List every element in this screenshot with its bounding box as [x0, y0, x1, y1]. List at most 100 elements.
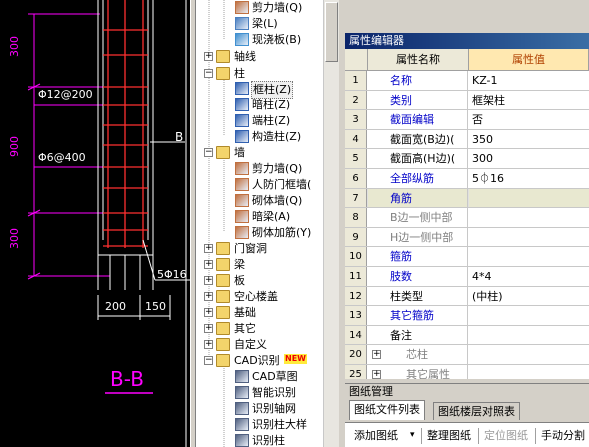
tree-item[interactable]: − 墙 — [196, 145, 326, 161]
collapse-icon[interactable]: − — [204, 69, 213, 78]
property-value[interactable]: KZ-1 — [469, 71, 589, 90]
property-row[interactable]: 11 肢数 4*4 — [345, 267, 589, 287]
tree-item[interactable]: 暗梁(A) — [196, 209, 326, 225]
collapse-icon[interactable]: − — [204, 148, 213, 157]
tree-item[interactable]: 砌体加筋(Y) — [196, 225, 326, 241]
tree-item[interactable]: 人防门框墙( — [196, 177, 326, 193]
property-value[interactable]: (中柱) — [469, 287, 589, 306]
tree-item[interactable]: 剪力墙(Q) — [196, 0, 326, 16]
property-value[interactable]: 5⏀16 — [469, 169, 589, 188]
property-value[interactable]: 350 — [469, 130, 589, 149]
folder-icon — [216, 354, 230, 367]
expand-icon[interactable]: + — [204, 52, 213, 61]
tree-item[interactable]: 暗柱(Z) — [196, 97, 326, 113]
tree-item[interactable]: 现浇板(B) — [196, 32, 326, 48]
manual-split-button[interactable]: 手动分割 — [538, 426, 588, 446]
property-value[interactable] — [469, 306, 589, 325]
property-value[interactable] — [469, 228, 589, 247]
add-drawing-button[interactable]: 添加图纸 — [351, 426, 401, 446]
expand-icon[interactable]: + — [204, 244, 213, 253]
property-value[interactable] — [469, 326, 589, 345]
property-row[interactable]: 10 箍筋 — [345, 247, 589, 267]
row-number: 13 — [345, 306, 367, 325]
property-value[interactable]: 框架柱 — [469, 91, 589, 110]
tree-item[interactable]: + 基础 — [196, 305, 326, 321]
tree-item[interactable]: 砌体墙(Q) — [196, 193, 326, 209]
row-number: 2 — [345, 90, 367, 110]
property-grid[interactable]: 属性名称 属性值 1 名称 KZ-1 2 类别 框架柱 3 截面编辑否 4 截面宽(B边)(350… — [345, 49, 589, 379]
tree-item[interactable]: 智能识别 — [196, 385, 326, 401]
property-row[interactable]: 9 H边一侧中部 — [345, 227, 589, 248]
expand-icon[interactable]: + — [372, 350, 381, 360]
property-row[interactable]: 12 柱类型 (中柱) — [345, 286, 589, 307]
property-row[interactable]: 8 B边一侧中部 — [345, 208, 589, 228]
expand-icon[interactable]: + — [372, 370, 381, 379]
property-row[interactable]: 20 芯柱 + — [345, 345, 589, 365]
property-row[interactable]: 7 角筋 — [345, 188, 589, 209]
property-value[interactable]: 否 — [469, 110, 589, 129]
property-row[interactable]: 4 截面宽(B边)(350 — [345, 129, 589, 150]
tree-item[interactable]: 构造柱(Z) — [196, 129, 326, 145]
tree-item-label: 智能识别 — [252, 386, 296, 399]
property-value[interactable] — [469, 208, 589, 227]
tree-item[interactable]: − CAD识别 NEW — [196, 353, 326, 369]
tree-item[interactable]: 识别轴网 — [196, 401, 326, 417]
tree-item[interactable]: + 板 — [196, 273, 326, 289]
add-drawing-dropdown-icon[interactable]: ▾ — [407, 426, 418, 446]
row-number: 25 — [345, 365, 367, 379]
property-row[interactable]: 25 其它属性 + — [345, 365, 589, 379]
col-header-name[interactable]: 属性名称 — [368, 49, 469, 71]
property-value[interactable] — [469, 247, 589, 266]
tree-item[interactable]: 框柱(Z) — [196, 81, 326, 99]
tree-item[interactable]: + 空心楼盖 — [196, 289, 326, 305]
tree-scroll-thumb[interactable] — [325, 2, 338, 62]
tree-item-label: 剪力墙(Q) — [252, 162, 303, 175]
tree-item-label: 板 — [234, 274, 245, 287]
property-value[interactable] — [469, 365, 589, 379]
tree-item[interactable]: 识别柱 — [196, 433, 326, 447]
tree-item[interactable]: + 轴线 — [196, 49, 326, 65]
tree-item[interactable]: − 柱 — [196, 66, 326, 82]
property-row[interactable]: 13 其它箍筋 — [345, 306, 589, 326]
tree-scrollbar[interactable] — [323, 0, 339, 447]
tree-item-label: 墙 — [234, 146, 245, 159]
property-value[interactable] — [469, 345, 589, 364]
expand-icon[interactable]: + — [204, 340, 213, 349]
grid-corner — [345, 49, 368, 71]
tree-item[interactable]: 端柱(Z) — [196, 113, 326, 129]
col-header-value[interactable]: 属性值 — [469, 49, 589, 71]
property-name: 箍筋 — [368, 247, 468, 266]
tree-item[interactable]: + 其它 — [196, 321, 326, 337]
property-row[interactable]: 5 截面高(H边)(300 — [345, 149, 589, 169]
property-row[interactable]: 6 全部纵筋 5⏀16 — [345, 169, 589, 189]
property-value[interactable]: 4*4 — [469, 267, 589, 286]
row-number: 8 — [345, 208, 367, 227]
locate-drawing-button[interactable]: 定位图纸 — [481, 426, 531, 446]
property-row[interactable]: 14 备注 — [345, 325, 589, 346]
expand-icon[interactable]: + — [204, 276, 213, 285]
tree-item[interactable]: + 门窗洞 — [196, 241, 326, 257]
tree-item[interactable]: + 自定义 — [196, 337, 326, 353]
tab-drawing-floor-map[interactable]: 图纸楼层对照表 — [433, 402, 520, 420]
cad-canvas[interactable]: 300 900 300 Φ12@200 Φ6@400 B 5Φ16 200 15… — [0, 0, 190, 447]
collapse-icon[interactable]: − — [204, 356, 213, 365]
tab-drawing-files[interactable]: 图纸文件列表 — [349, 400, 425, 420]
property-row[interactable]: 3 截面编辑否 — [345, 110, 589, 130]
property-value[interactable] — [469, 188, 589, 208]
property-name: 截面宽(B边)( — [368, 129, 468, 149]
tree-item[interactable]: + 梁 — [196, 257, 326, 273]
expand-icon[interactable]: + — [204, 260, 213, 269]
tree-item[interactable]: CAD草图 — [196, 369, 326, 385]
property-row[interactable]: 1 名称 KZ-1 — [345, 71, 589, 91]
tree-item[interactable]: 识别柱大样 — [196, 417, 326, 433]
tree-item[interactable]: 梁(L) — [196, 16, 326, 32]
component-tree[interactable]: 剪力墙(Q) 梁(L) 现浇板(B) + 轴线 − 柱框柱(Z) 暗柱(Z) 端柱(Z) 构造柱(… — [196, 0, 339, 447]
property-row[interactable]: 2 类别 框架柱 — [345, 90, 589, 111]
expand-icon[interactable]: + — [204, 324, 213, 333]
property-name: 其它属性 — [368, 365, 468, 379]
expand-icon[interactable]: + — [204, 308, 213, 317]
property-value[interactable]: 300 — [469, 149, 589, 168]
expand-icon[interactable]: + — [204, 292, 213, 301]
tree-item[interactable]: 剪力墙(Q) — [196, 161, 326, 177]
organize-drawing-button[interactable]: 整理图纸 — [424, 426, 474, 446]
